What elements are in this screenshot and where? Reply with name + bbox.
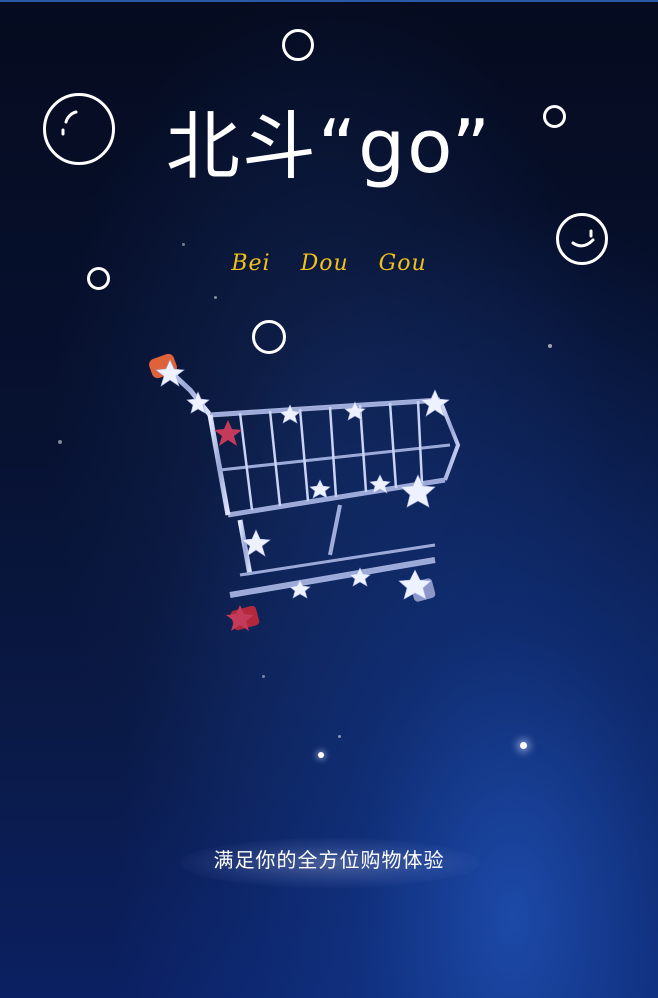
bubble-icon [282, 29, 314, 61]
tagline: 满足你的全方位购物体验 [213, 848, 445, 872]
sparkle [338, 735, 341, 738]
poster-subtitle: Bei Dou Gou [231, 251, 427, 276]
sparkle [58, 440, 62, 444]
sparkle [262, 675, 265, 678]
sparkle [318, 752, 324, 758]
top-border [0, 0, 658, 2]
sparkle [182, 243, 185, 246]
poster: 北斗“go” Bei Dou Gou 满足你的全方位购物体验 [0, 0, 658, 998]
sparkle [548, 344, 552, 348]
poster-title: 北斗“go” [165, 104, 493, 190]
sparkle [214, 296, 217, 299]
shopping-cart-icon [140, 340, 480, 660]
sparkle [520, 742, 527, 749]
